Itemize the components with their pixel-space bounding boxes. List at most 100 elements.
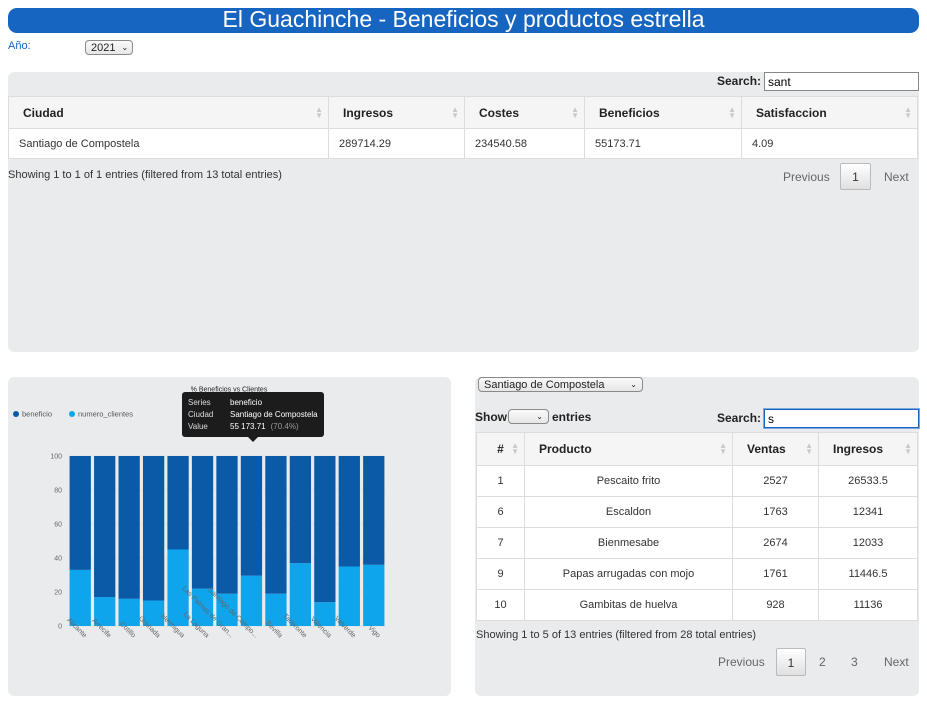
column-header[interactable]: Beneficios ▲ ▼ <box>584 96 742 129</box>
entries-select[interactable]: ⌄ <box>508 409 549 424</box>
table-cell: 928 <box>732 589 819 621</box>
cities-table-info: Showing 1 to 1 of 1 entries (filtered fr… <box>8 169 282 181</box>
sort-icon: ▲ ▼ <box>451 104 459 120</box>
cities-search-label: Search: <box>717 74 762 88</box>
column-header[interactable]: Ventas ▲ ▼ <box>732 432 819 466</box>
products-table: # ▲ ▼ Producto ▲ ▼ Ventas ▲ ▼ Ingresos ▲ ▼ 1 Pesc… <box>476 432 918 621</box>
legend-marker <box>13 411 19 417</box>
table-row[interactable]: 7 Bienmesabe 2674 12033 <box>476 527 918 559</box>
table-cell: 12341 <box>818 496 918 528</box>
legend-marker <box>69 411 75 417</box>
cities-table: Ciudad ▲ ▼ Ingresos ▲ ▼ Costes ▲ ▼ Beneficios ▲… <box>8 96 918 159</box>
table-cell: 11136 <box>818 589 918 621</box>
chart-plot: 020406080100Alicante Arrecife Cotillo Grana… <box>50 454 386 640</box>
table-cell: 12033 <box>818 527 918 559</box>
year-label: Año: <box>8 40 31 52</box>
table-cell: 1763 <box>732 496 819 528</box>
cities-next-button[interactable]: Next <box>884 170 909 184</box>
sort-icon: ▲ ▼ <box>571 104 579 120</box>
table-cell: 289714.29 <box>328 128 465 159</box>
table-row[interactable]: 1 Pescaito frito 2527 26533.5 <box>476 465 918 497</box>
y-tick-label: 100 <box>50 454 62 461</box>
column-header[interactable]: Satisfaccion ▲ ▼ <box>741 96 918 129</box>
bar-beneficio[interactable] <box>265 456 287 594</box>
bar-beneficio[interactable] <box>118 456 140 599</box>
sort-icon: ▲ ▼ <box>728 104 736 120</box>
products-table-info: Showing 1 to 5 of 13 entries (filtered f… <box>476 629 757 641</box>
y-tick-label: 60 <box>54 522 62 529</box>
bar-numero-clientes[interactable] <box>289 563 312 626</box>
chart-tooltip: Series beneficio Ciudad Santiago de Compos… <box>182 392 324 442</box>
column-header[interactable]: Ciudad ▲ ▼ <box>8 96 329 129</box>
table-cell: 234540.58 <box>464 128 585 159</box>
products-page-3-button[interactable]: 3 <box>851 655 858 669</box>
cities-previous-button[interactable]: Previous <box>783 170 830 184</box>
cities-search-input[interactable] <box>764 72 919 91</box>
table-row[interactable]: Santiago de Compostela 289714.29 234540.58… <box>8 128 918 159</box>
chart-legend: beneficio numero_clientes <box>13 410 133 419</box>
y-tick-label: 0 <box>58 624 62 631</box>
bar-numero-clientes[interactable] <box>338 566 360 627</box>
products-next-button[interactable]: Next <box>884 655 909 669</box>
table-cell: 9 <box>476 558 525 590</box>
bar-beneficio[interactable] <box>240 456 263 576</box>
entries-label: entries <box>552 410 592 424</box>
legend-label[interactable]: numero_clientes <box>78 410 133 419</box>
sort-icon: ▲ ▼ <box>904 104 912 120</box>
bar-beneficio[interactable] <box>314 456 336 603</box>
bar-numero-clientes[interactable] <box>363 564 385 626</box>
products-table-header: # ▲ ▼ Producto ▲ ▼ Ventas ▲ ▼ Ingresos ▲ ▼ <box>476 432 918 466</box>
chevron-down-icon: ⌄ <box>630 380 637 389</box>
column-header[interactable]: Costes ▲ ▼ <box>464 96 585 129</box>
city-select[interactable]: Santiago de Compostela ⌄ <box>478 377 643 392</box>
bar-beneficio[interactable] <box>289 456 312 564</box>
table-cell: 2527 <box>732 465 819 497</box>
y-tick-label: 20 <box>54 590 62 597</box>
x-tick-label: Vigo <box>367 625 382 640</box>
table-cell: Gambitas de huelva <box>524 589 733 621</box>
products-previous-button[interactable]: Previous <box>718 655 765 669</box>
table-row[interactable]: 9 Papas arrugadas con mojo 1761 11446.5 <box>476 558 918 590</box>
table-cell: Papas arrugadas con mojo <box>524 558 733 590</box>
table-cell: 26533.5 <box>818 465 918 497</box>
column-header[interactable]: Producto ▲ ▼ <box>524 432 733 466</box>
products-search-input[interactable] <box>764 409 919 428</box>
table-cell: Escaldon <box>524 496 733 528</box>
bar-beneficio[interactable] <box>69 456 91 570</box>
table-cell: Bienmesabe <box>524 527 733 559</box>
table-cell: 11446.5 <box>818 558 918 590</box>
bar-numero-clientes[interactable] <box>69 569 91 626</box>
cities-page-1-button[interactable]: 1 <box>840 163 871 190</box>
year-select-value: 2021 <box>91 41 116 54</box>
column-header[interactable]: Ingresos ▲ ▼ <box>818 432 918 466</box>
bar-beneficio[interactable] <box>167 456 189 550</box>
column-header[interactable]: # ▲ ▼ <box>476 432 525 466</box>
bar-beneficio[interactable] <box>363 456 385 565</box>
table-cell: Pescaito frito <box>524 465 733 497</box>
bar-beneficio[interactable] <box>94 456 116 598</box>
table-cell: Santiago de Compostela <box>8 128 329 159</box>
sort-icon: ▲ ▼ <box>511 441 519 456</box>
bar-beneficio[interactable] <box>142 456 165 601</box>
table-row[interactable]: 10 Gambitas de huelva 928 11136 <box>476 589 918 621</box>
table-cell: 2674 <box>732 527 819 559</box>
bar-beneficio[interactable] <box>216 456 238 594</box>
products-page-1-button[interactable]: 1 <box>776 648 806 676</box>
y-tick-label: 40 <box>54 556 62 563</box>
table-cell: 1 <box>476 465 525 497</box>
cities-table-header: Ciudad ▲ ▼ Ingresos ▲ ▼ Costes ▲ ▼ Beneficios ▲… <box>8 96 918 129</box>
bar-beneficio[interactable] <box>338 456 360 567</box>
column-header[interactable]: Ingresos ▲ ▼ <box>328 96 465 129</box>
sort-icon: ▲ ▼ <box>805 441 813 456</box>
year-select[interactable]: 2021 ⌄ <box>85 40 133 55</box>
chevron-down-icon: ⌄ <box>121 43 129 52</box>
legend-label[interactable]: beneficio <box>22 410 52 419</box>
products-search-label: Search: <box>717 411 762 425</box>
table-cell: 10 <box>476 589 525 621</box>
sort-icon: ▲ ▼ <box>315 104 323 120</box>
bar-beneficio[interactable] <box>191 456 214 589</box>
products-page-2-button[interactable]: 2 <box>819 655 826 669</box>
table-row[interactable]: 6 Escaldon 1763 12341 <box>476 496 918 528</box>
sort-icon: ▲ ▼ <box>719 441 727 456</box>
chevron-down-icon: ⌄ <box>536 412 543 421</box>
